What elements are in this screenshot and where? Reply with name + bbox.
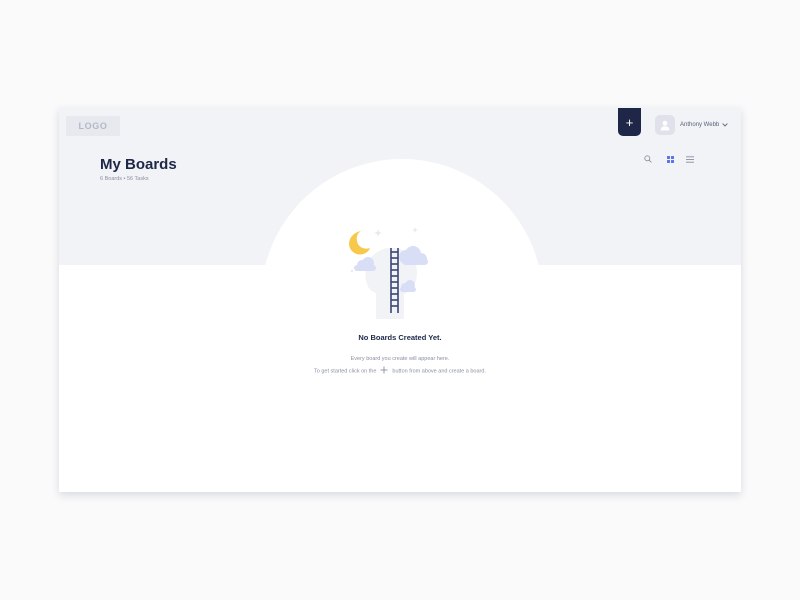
plus-icon: + [625, 114, 634, 130]
search-icon [644, 155, 652, 163]
empty-state-message: Every board you create will appear here. [350, 356, 450, 362]
avatar [655, 115, 675, 135]
page-title: My Boards [100, 156, 177, 173]
cloud-icon [399, 246, 428, 265]
user-icon [660, 120, 670, 131]
search-button[interactable] [643, 154, 653, 164]
plus-icon [379, 366, 389, 374]
page-subtitle: 6 Boards • 56 Tasks [100, 176, 149, 182]
logo: LOGO [66, 116, 120, 136]
star-icon [374, 229, 382, 237]
app-window: LOGO + Anthony Webb My Boards 6 Boards •… [59, 108, 741, 492]
grid-view-button[interactable] [665, 154, 675, 164]
user-name: Anthony Webb [680, 122, 720, 128]
star-icon [412, 227, 418, 233]
add-board-button[interactable]: + [618, 108, 641, 136]
moon-icon [349, 231, 370, 255]
grid-icon [666, 155, 674, 163]
instruction-text-before: To get started click on the [314, 368, 377, 375]
instruction-text-after: button from above and create a board. [392, 368, 486, 375]
chevron-down-icon [722, 123, 728, 127]
empty-state-illustration [349, 227, 428, 319]
user-menu[interactable]: Anthony Webb [655, 115, 728, 135]
empty-state-title: No Boards Created Yet. [358, 333, 442, 342]
empty-state-instruction: To get started click on the button from a… [59, 366, 741, 375]
list-icon [686, 155, 694, 163]
list-view-button[interactable] [685, 154, 695, 164]
